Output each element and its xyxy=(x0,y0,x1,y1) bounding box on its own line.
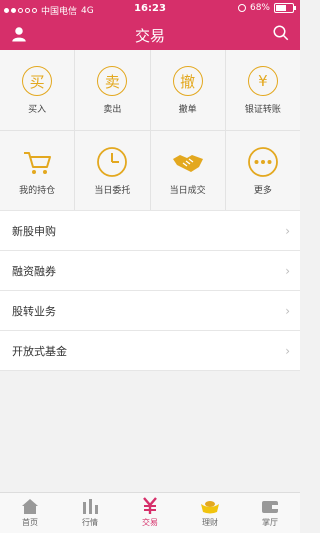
grid-item-positions[interactable]: 我的持仓 xyxy=(0,130,75,210)
grid-item-label: 当日成交 xyxy=(169,185,206,196)
sell-icon: 卖 xyxy=(95,64,129,98)
more-icon xyxy=(247,146,278,177)
search-icon[interactable] xyxy=(272,24,290,42)
bottom-tab-bar: 首页 行情 交易 理财 掌厅 xyxy=(0,492,300,533)
grid-item-label: 我的持仓 xyxy=(19,185,56,196)
grid-item-cancel-order[interactable]: 撤 撤单 xyxy=(150,50,225,130)
tab-label: 理财 xyxy=(202,518,218,527)
yen-transfer-icon: ¥ xyxy=(246,64,280,98)
tab-lobby[interactable]: 掌厅 xyxy=(240,493,300,533)
trade-function-grid: 买 买入 卖 卖出 撤 撤单 ¥ 银证转账 我的持仓 当日委托 当日成交 更多 xyxy=(0,50,300,210)
grid-item-label: 更多 xyxy=(253,185,272,196)
grid-item-label: 卖出 xyxy=(103,105,122,115)
cancel-order-icon: 撤 xyxy=(171,64,205,98)
status-bar: 中国电信 4G 16:23 68% xyxy=(0,0,300,18)
tab-label: 首页 xyxy=(22,518,38,527)
tab-market[interactable]: 行情 xyxy=(60,493,120,533)
battery-icon xyxy=(274,3,296,13)
tab-label: 交易 xyxy=(142,518,158,527)
clock-icon xyxy=(97,146,128,177)
grid-item-today-orders[interactable]: 当日委托 xyxy=(75,130,150,210)
list-item-label: 开放式基金 xyxy=(12,345,67,358)
tab-label: 行情 xyxy=(82,518,98,527)
tab-home[interactable]: 首页 xyxy=(0,493,60,533)
page-title: 交易 xyxy=(134,27,165,45)
list-item-ipo-subscription[interactable]: 新股申购 › xyxy=(0,211,300,251)
alarm-icon xyxy=(237,4,246,12)
tab-label: 掌厅 xyxy=(262,518,278,527)
top-navbar: 交易 xyxy=(0,18,300,50)
gold-ingot-icon xyxy=(201,501,219,514)
list-item-open-end-fund[interactable]: 开放式基金 › xyxy=(0,331,300,371)
bars-icon xyxy=(83,499,98,514)
grid-item-label: 撤单 xyxy=(178,105,197,115)
tab-trade[interactable]: 交易 xyxy=(120,493,180,533)
chevron-right-icon: › xyxy=(285,344,290,358)
chevron-right-icon: › xyxy=(285,304,290,318)
grid-item-today-trades[interactable]: 当日成交 xyxy=(150,130,225,210)
list-item-label: 新股申购 xyxy=(12,225,56,238)
grid-item-label: 当日委托 xyxy=(94,185,131,196)
tab-wealth[interactable]: 理财 xyxy=(180,493,240,533)
list-item-share-transfer[interactable]: 股转业务 › xyxy=(0,291,300,331)
list-item-label: 股转业务 xyxy=(12,305,56,318)
home-icon xyxy=(22,499,38,514)
grid-item-buy[interactable]: 买 买入 xyxy=(0,50,75,130)
grid-item-label: 买入 xyxy=(28,105,47,115)
grid-item-sell[interactable]: 卖 卖出 xyxy=(75,50,150,130)
wallet-icon xyxy=(262,501,278,513)
list-item-margin-trading[interactable]: 融资融券 › xyxy=(0,251,300,291)
battery-percent: 68% xyxy=(249,3,270,13)
chevron-right-icon: › xyxy=(285,264,290,278)
grid-item-more[interactable]: 更多 xyxy=(225,130,300,210)
handshake-icon xyxy=(172,154,203,172)
cart-icon xyxy=(24,151,52,174)
chevron-right-icon: › xyxy=(285,224,290,238)
grid-item-label: 银证转账 xyxy=(244,105,281,115)
service-list: 新股申购 › 融资融券 › 股转业务 › 开放式基金 › xyxy=(0,210,300,371)
buy-icon: 买 xyxy=(20,64,54,98)
list-item-label: 融资融券 xyxy=(12,265,56,278)
battery-fill xyxy=(276,5,286,11)
yen-icon xyxy=(143,497,157,514)
grid-item-bank-transfer[interactable]: ¥ 银证转账 xyxy=(225,50,300,130)
